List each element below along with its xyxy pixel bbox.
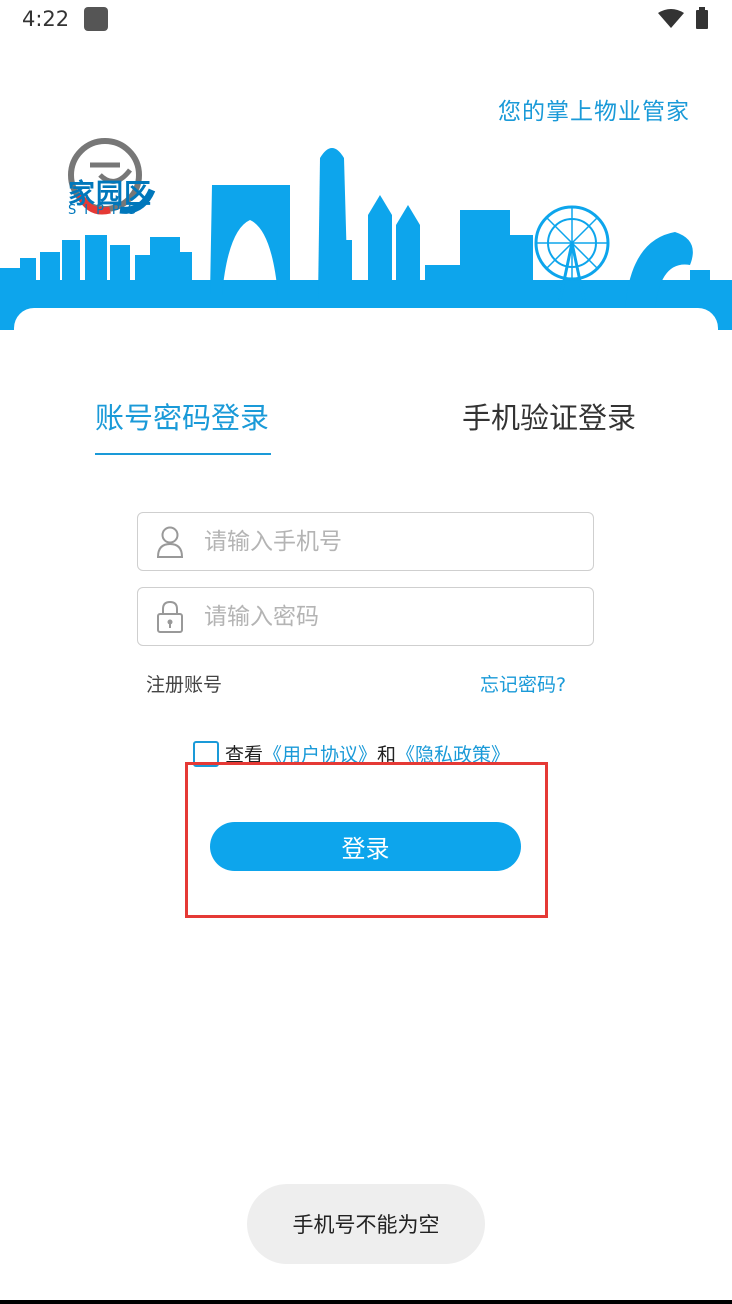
password-field[interactable]: [137, 587, 594, 646]
wifi-icon: [658, 9, 684, 28]
user-icon: [156, 526, 184, 558]
password-input[interactable]: [204, 588, 584, 645]
tab-account-password[interactable]: 账号密码登录: [95, 395, 269, 437]
battery-icon: [696, 7, 708, 29]
toast-message: 手机号不能为空: [247, 1184, 485, 1264]
login-card: [14, 308, 718, 348]
login-button[interactable]: 登录: [210, 822, 521, 871]
register-link[interactable]: 注册账号: [146, 670, 222, 697]
status-bar: 4:22: [0, 0, 732, 40]
active-tab-indicator: [95, 453, 271, 455]
login-tabs: 账号密码登录 手机验证登录: [0, 395, 732, 465]
forgot-password-link[interactable]: 忘记密码?: [480, 670, 566, 697]
slogan: 您的掌上物业管家: [498, 99, 690, 125]
app-notification-icon: [84, 7, 108, 31]
tab-phone-verification[interactable]: 手机验证登录: [462, 395, 636, 437]
header-banner: 家园区 SIPPS 您的掌上物业管家: [0, 40, 732, 330]
phone-input[interactable]: [204, 513, 584, 570]
logo-subtitle: SIPPS: [68, 203, 145, 218]
lock-icon: [157, 600, 183, 633]
status-time: 4:22: [22, 7, 70, 31]
phone-field[interactable]: [137, 512, 594, 571]
bottom-edge: [0, 1300, 732, 1304]
